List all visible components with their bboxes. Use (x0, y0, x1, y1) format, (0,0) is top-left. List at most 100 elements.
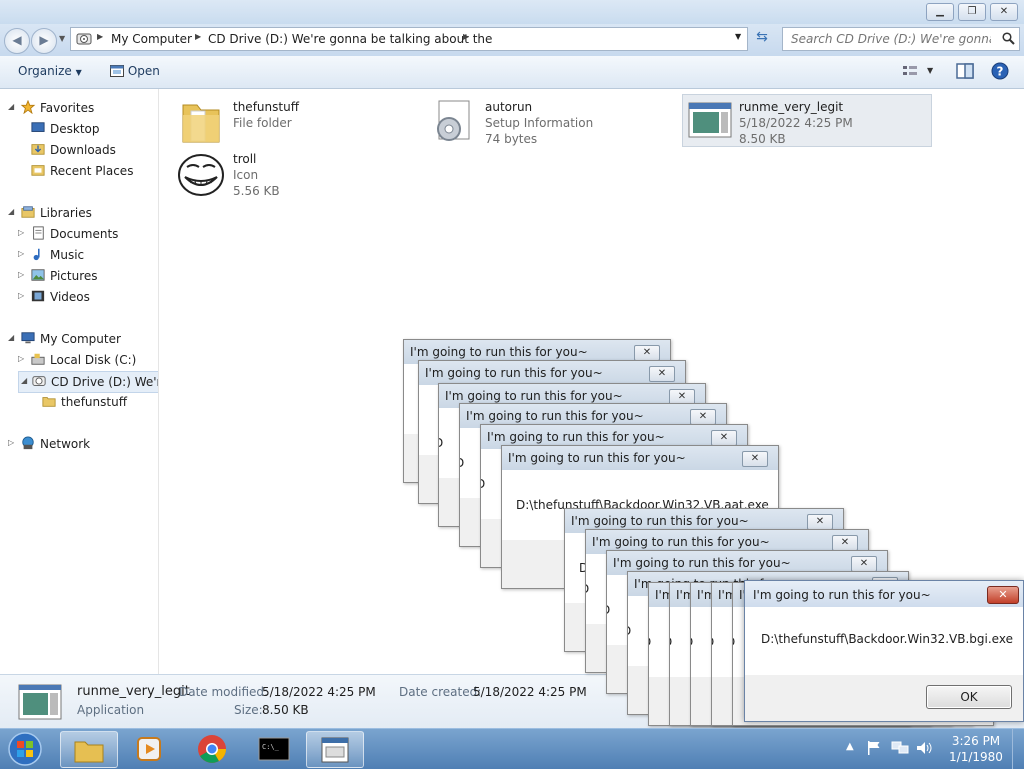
navigation-pane: ◢ Favorites Desktop Downloads Recent Pla… (0, 89, 159, 674)
organize-button[interactable]: Organize ▼ (18, 64, 82, 78)
dialog-close-button[interactable]: ✕ (634, 345, 660, 361)
videos-icon (31, 290, 45, 302)
taskbar-cmd-button[interactable]: C:\_ (246, 731, 302, 766)
file-date: 5/18/2022 4:25 PM (739, 116, 853, 130)
dialog-close-button[interactable]: ✕ (742, 451, 768, 467)
collapsed-arrow-icon[interactable]: ▷ (8, 438, 14, 447)
expanded-arrow-icon[interactable]: ◢ (21, 376, 27, 385)
file-name: thefunstuff (233, 100, 299, 114)
nav-label: Downloads (50, 143, 116, 157)
search-box[interactable] (782, 27, 1020, 51)
modified-value: 5/18/2022 4:25 PM (262, 685, 376, 699)
folder-icon (182, 104, 220, 143)
refresh-icon[interactable]: ⇆ (752, 29, 772, 49)
dialog-title-bar[interactable]: I'm going to run this for you~ ✕ (745, 581, 1023, 607)
address-bar[interactable]: ▶ My Computer ▶ CD Drive (D:) We're gonn… (70, 27, 748, 51)
taskbar-chrome-button[interactable] (184, 731, 240, 766)
address-dropdown-icon[interactable]: ▼ (735, 32, 741, 41)
collapsed-arrow-icon[interactable]: ▷ (18, 291, 24, 300)
nav-cd-drive[interactable]: ◢ CD Drive (D:) We're g (18, 371, 158, 393)
expanded-arrow-icon[interactable]: ◢ (8, 102, 14, 111)
collapsed-arrow-icon[interactable]: ▷ (18, 249, 24, 258)
volume-icon[interactable] (916, 740, 932, 756)
downloads-folder-icon (31, 144, 45, 155)
dialog-title-bar[interactable]: I'm going to run this for you~ ✕ (419, 361, 685, 385)
breadcrumb-cd-drive[interactable]: CD Drive (D:) We're gonna be talking abo… (208, 32, 492, 46)
search-icon[interactable] (1002, 32, 1015, 45)
dialog-title: I'm going to run this for you~ (445, 389, 623, 403)
file-item-troll[interactable]: troll Icon 5.56 KB (177, 147, 427, 199)
svg-text:?: ? (997, 65, 1004, 79)
dialog-title-bar[interactable]: I'm going to run this for you~ ✕ (502, 446, 778, 470)
collapsed-arrow-icon[interactable]: ▷ (18, 354, 24, 363)
size-value: 8.50 KB (262, 703, 309, 717)
dialog-message: D (460, 456, 464, 470)
dialog-message: D (670, 635, 672, 649)
nav-label: Recent Places (50, 164, 134, 178)
show-hidden-icons-icon[interactable]: ▲ (846, 741, 854, 752)
taskbar-dialog-button[interactable] (306, 731, 364, 768)
nav-label: Desktop (50, 122, 100, 136)
dialog-message: D (481, 477, 485, 491)
show-desktop-button[interactable] (1012, 729, 1024, 769)
dialog-close-button[interactable]: ✕ (649, 366, 675, 382)
settings-file-icon (437, 100, 470, 141)
help-icon[interactable]: ? (991, 62, 1009, 80)
action-center-flag-icon[interactable] (866, 740, 882, 756)
start-button[interactable] (6, 731, 44, 767)
clock-time: 3:26 PM (951, 734, 1001, 748)
dialog-app-icon (321, 737, 349, 763)
search-input[interactable] (789, 31, 993, 47)
dialog-close-button[interactable]: ✕ (851, 556, 877, 572)
breadcrumb-separator-icon[interactable]: ▶ (463, 32, 469, 41)
expanded-arrow-icon[interactable]: ◢ (8, 333, 14, 342)
collapsed-arrow-icon[interactable]: ▷ (18, 228, 24, 237)
folder-icon (74, 741, 104, 763)
command-prompt-icon: C:\_ (258, 737, 290, 761)
collapsed-arrow-icon[interactable]: ▷ (18, 270, 24, 279)
recent-pages-chevron-icon[interactable]: ▼ (59, 34, 65, 43)
dialog-close-button[interactable]: ✕ (832, 535, 858, 551)
preview-pane-icon[interactable] (956, 63, 974, 79)
breadcrumb-separator-icon[interactable]: ▶ (195, 32, 201, 41)
music-icon (33, 248, 40, 261)
dialog-close-button[interactable]: ✕ (807, 514, 833, 530)
dialog-close-button[interactable]: ✕ (987, 586, 1019, 604)
open-icon (110, 65, 124, 77)
dialog-message: D:\thefunstuff\Backdoor.Win32.VB.bgi.exe (761, 632, 1013, 646)
nav-label: Local Disk (C:) (50, 353, 137, 367)
breadcrumb-separator-icon[interactable]: ▶ (97, 32, 103, 41)
created-label: Date created: (399, 685, 482, 699)
command-bar: Organize ▼ Open ▼ ? (0, 56, 1024, 89)
breadcrumb-my-computer[interactable]: My Computer (111, 32, 192, 46)
back-button[interactable]: ◀ (4, 28, 30, 54)
svg-text:C:\_: C:\_ (262, 743, 280, 751)
file-item-selected-app[interactable]: runme_very_legit 5/18/2022 4:25 PM 8.50 … (682, 94, 932, 147)
ok-button[interactable]: OK (926, 685, 1012, 709)
close-button[interactable]: ✕ (990, 3, 1018, 21)
taskbar-media-player-button[interactable] (122, 731, 178, 766)
nav-label: Music (50, 248, 85, 262)
view-options-chevron-icon[interactable]: ▼ (927, 66, 933, 75)
network-status-icon[interactable] (891, 740, 909, 756)
open-button[interactable]: Open (110, 64, 160, 78)
forward-button[interactable]: ▶ (31, 28, 57, 54)
dialog-message: D (628, 624, 631, 638)
active-dialog-window[interactable]: I'm going to run this for you~ ✕ D:\thef… (744, 580, 1024, 722)
file-size: 5.56 KB (233, 184, 280, 198)
dialog-close-button[interactable]: ✕ (711, 430, 737, 446)
change-view-icon[interactable] (902, 64, 918, 78)
taskbar-explorer-button[interactable] (60, 731, 118, 768)
file-type: Icon (233, 168, 259, 182)
cd-drive-icon (76, 33, 92, 45)
minimize-button[interactable]: ▁ (926, 3, 954, 21)
expanded-arrow-icon[interactable]: ◢ (8, 207, 14, 216)
open-label: Open (127, 64, 160, 78)
folder-icon (42, 397, 56, 407)
file-item-autorun[interactable]: autorun Setup Information 74 bytes (429, 95, 679, 147)
dialog-close-button[interactable]: ✕ (690, 409, 716, 425)
star-icon (20, 100, 36, 114)
file-item-folder[interactable]: thefunstuff File folder (177, 95, 427, 147)
system-clock[interactable]: 3:26 PM 1/1/1980 (946, 733, 1006, 765)
maximize-button[interactable]: ❐ (958, 3, 986, 21)
